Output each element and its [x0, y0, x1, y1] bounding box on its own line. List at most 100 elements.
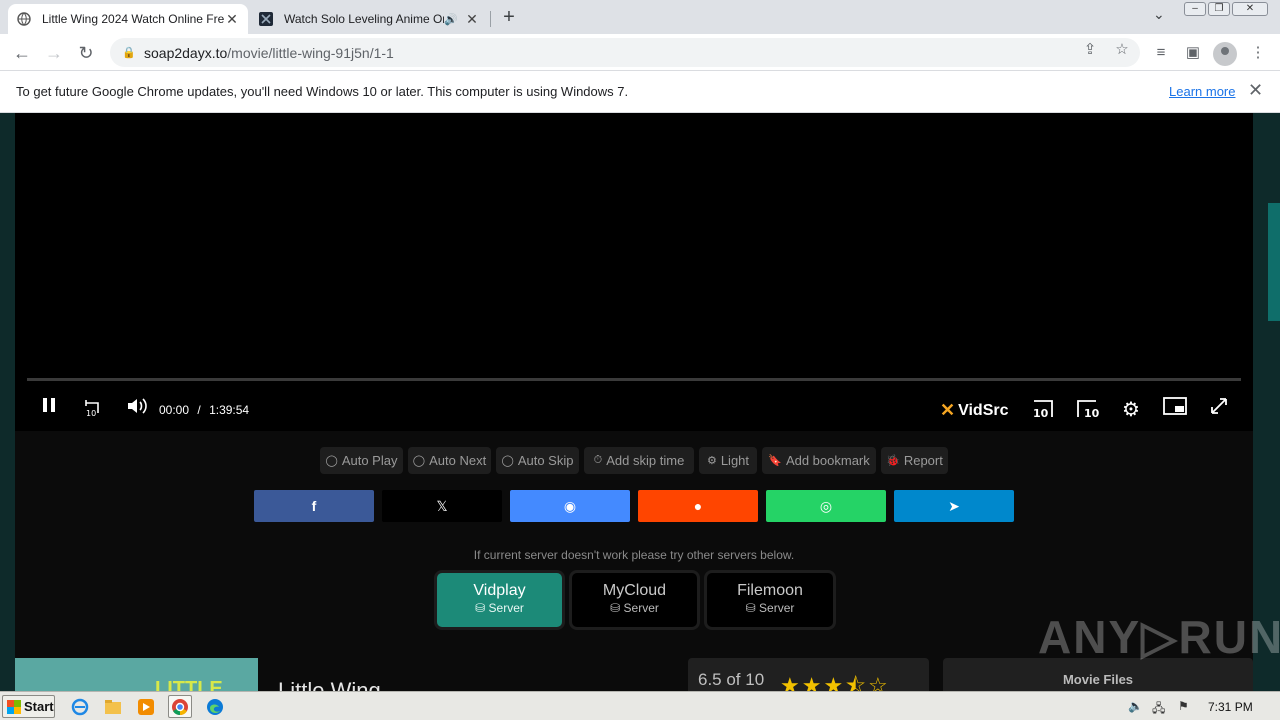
video-player[interactable]: [15, 113, 1253, 431]
skip-forward-10-icon[interactable]: 10: [1074, 397, 1100, 424]
vidsrc-logo[interactable]: ✕ VidSrc: [940, 400, 1009, 421]
reload-icon[interactable]: ↻: [73, 40, 99, 66]
movie-poster[interactable]: LITTLE: [15, 658, 258, 691]
server-hint: If current server doesn't work please tr…: [473, 548, 795, 562]
tab-solo-leveling[interactable]: Watch Solo Leveling Anime Onli 🔊 ✕: [250, 4, 488, 34]
x-logo-icon: 𝕏: [436, 497, 448, 514]
share-icon[interactable]: ⇪: [1080, 40, 1100, 58]
volume-tray-icon[interactable]: 🔈: [1128, 699, 1143, 713]
new-tab-button[interactable]: +: [499, 6, 519, 28]
rating-stars[interactable]: ★★★⯪☆: [780, 669, 890, 691]
auto-play-toggle[interactable]: ◯ Auto Play: [320, 447, 403, 474]
chrome-taskbar-icon[interactable]: [168, 695, 192, 718]
pause-icon[interactable]: [36, 397, 62, 418]
share-messenger-button[interactable]: ◉: [510, 490, 630, 522]
action-center-flag-icon[interactable]: ⚑: [1178, 699, 1189, 713]
option-label: Report: [903, 453, 943, 468]
server-vidplay-button[interactable]: Vidplay ⛁ Server: [434, 570, 565, 630]
back-arrow-icon[interactable]: ←: [9, 40, 35, 66]
add-skip-time-button[interactable]: ⏱ Add skip time: [584, 447, 694, 474]
windows-flag-icon: [7, 699, 21, 714]
close-icon[interactable]: ✕: [1248, 80, 1263, 101]
server-sub: ⛁ Server: [475, 601, 524, 615]
restore-button[interactable]: ❐: [1208, 2, 1230, 16]
vidsrc-label: VidSrc: [958, 401, 1009, 419]
add-bookmark-button[interactable]: 🔖 Add bookmark: [762, 447, 876, 474]
share-telegram-button[interactable]: ➤: [894, 490, 1014, 522]
network-tray-icon[interactable]: 🖧: [1152, 699, 1165, 720]
start-button[interactable]: Start: [2, 695, 55, 718]
tab-title: Watch Solo Leveling Anime Onli: [284, 12, 445, 26]
report-button[interactable]: 🐞 Report: [881, 447, 948, 474]
close-window-button[interactable]: ✕: [1232, 2, 1268, 16]
anyrun-watermark: ANY▷RUN: [1038, 611, 1280, 663]
close-icon[interactable]: ✕: [224, 11, 240, 28]
address-bar[interactable]: 🔒 soap2dayx.to/movie/little-wing-91j5n/1…: [110, 38, 1140, 67]
reddit-icon: ●: [693, 498, 703, 514]
file-explorer-icon[interactable]: [101, 695, 125, 718]
settings-gear-icon[interactable]: ⚙: [1118, 397, 1144, 422]
browser-toolbar: ← → ↻ 🔒 soap2dayx.to/movie/little-wing-9…: [0, 34, 1280, 71]
skip-back-10-icon[interactable]: 10: [1030, 397, 1056, 424]
rating-box: 6.5 of 10 ★★★⯪☆: [688, 658, 929, 691]
media-control-icon[interactable]: ≡: [1148, 40, 1174, 66]
rewind-10-icon[interactable]: 10: [80, 397, 106, 422]
side-panel-icon[interactable]: ▣: [1180, 40, 1206, 66]
circle-icon: ◯: [501, 455, 514, 467]
forward-arrow-icon[interactable]: →: [41, 40, 67, 66]
globe-icon: [16, 11, 32, 27]
server-sub: ⛁ Server: [610, 601, 659, 615]
auto-skip-toggle[interactable]: ◯ Auto Skip: [496, 447, 579, 474]
player-controls: 10 00:00 / 1:39:54 ✕ VidSrc 10 10 ⚙: [15, 393, 1253, 427]
server-name: MyCloud: [602, 582, 667, 599]
lock-icon[interactable]: 🔒: [122, 46, 136, 59]
server-filemoon-button[interactable]: Filemoon ⛁ Server: [704, 570, 836, 630]
fullscreen-icon[interactable]: [1206, 397, 1232, 420]
start-label: Start: [24, 699, 54, 714]
svg-text:10: 10: [86, 409, 96, 417]
share-whatsapp-button[interactable]: ◎: [766, 490, 886, 522]
player-options-bar: ◯ Auto Play ◯ Auto Next ◯ Auto Skip ⏱ Add sk…: [0, 447, 1280, 475]
learn-more-link[interactable]: Learn more: [1169, 84, 1235, 99]
vidsrc-x-icon: ✕: [940, 400, 956, 420]
media-player-icon[interactable]: [134, 695, 158, 718]
option-label: Add skip time: [606, 453, 685, 468]
bookmark-star-icon[interactable]: ☆: [1112, 40, 1132, 58]
messenger-icon: ◉: [563, 497, 577, 514]
circle-icon: ◯: [325, 455, 338, 467]
close-icon[interactable]: ✕: [464, 11, 480, 28]
movie-files-label: Movie Files: [1062, 672, 1134, 687]
option-label: Add bookmark: [785, 453, 870, 468]
auto-next-toggle[interactable]: ◯ Auto Next: [408, 447, 491, 474]
url-host: soap2dayx.to: [144, 44, 228, 61]
option-label: Auto Next: [429, 453, 487, 468]
tab-little-wing[interactable]: Little Wing 2024 Watch Online Free ✕: [8, 4, 248, 34]
infobar-message: To get future Google Chrome updates, you…: [16, 84, 629, 99]
menu-kebab-icon[interactable]: ⋮: [1245, 40, 1271, 66]
progress-bar[interactable]: [27, 378, 1241, 381]
profile-avatar[interactable]: [1213, 42, 1237, 66]
volume-icon[interactable]: [124, 397, 150, 420]
internet-explorer-icon[interactable]: [68, 695, 92, 718]
server-mycloud-button[interactable]: MyCloud ⛁ Server: [569, 570, 700, 630]
clock[interactable]: 7:31 PM: [1208, 700, 1253, 714]
url-path: /movie/little-wing-91j5n/1-1: [227, 44, 394, 61]
speaker-icon[interactable]: 🔊: [444, 13, 458, 26]
share-x-button[interactable]: 𝕏: [382, 490, 502, 522]
time-separator: /: [197, 403, 201, 417]
share-facebook-button[interactable]: f: [254, 490, 374, 522]
edge-icon[interactable]: [203, 695, 227, 718]
current-time: 00:00: [159, 403, 190, 417]
tab-search-icon[interactable]: ⌄: [1153, 6, 1165, 23]
rating-score: 6.5 of 10: [698, 670, 765, 689]
database-icon: ⛁: [475, 601, 489, 615]
minimize-button[interactable]: –: [1184, 2, 1206, 16]
page-scrollbar[interactable]: [1268, 203, 1280, 321]
circle-icon: ◯: [412, 455, 426, 467]
light-toggle[interactable]: ⚙ Light: [699, 447, 757, 474]
server-sub: ⛁ Server: [745, 601, 795, 615]
gear-icon: ⚙: [706, 455, 717, 467]
picture-in-picture-icon[interactable]: [1162, 397, 1188, 420]
stopwatch-icon: ⏱: [593, 454, 603, 466]
share-reddit-button[interactable]: ●: [638, 490, 758, 522]
